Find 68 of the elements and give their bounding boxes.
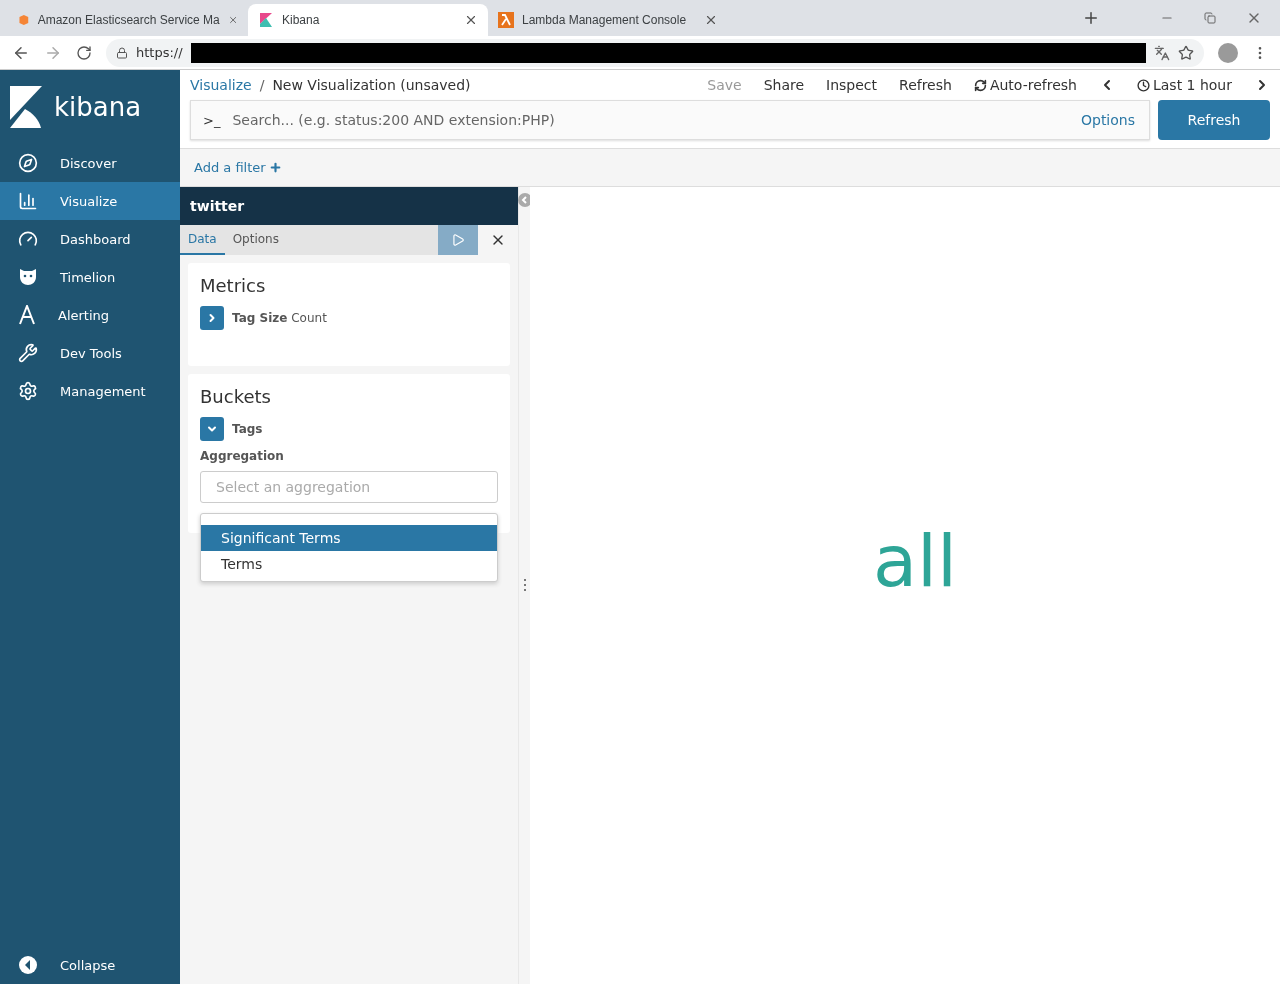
breadcrumb[interactable]: Visualize — [190, 77, 252, 93]
settings-icon — [18, 381, 38, 401]
metric-value: all — [872, 518, 958, 603]
breadcrumb: New Visualization (unsaved) — [272, 77, 471, 93]
wrench-icon — [18, 343, 38, 363]
editor-tab[interactable]: Data — [180, 225, 225, 255]
nav-item[interactable]: Alerting — [0, 296, 180, 334]
resize-handle-icon[interactable] — [523, 579, 526, 591]
close-icon — [464, 13, 478, 27]
section-title: Buckets — [200, 386, 272, 407]
alerting-icon — [18, 305, 36, 325]
close-button[interactable] — [478, 225, 518, 255]
editor-tab[interactable]: Options — [224, 225, 287, 255]
nav-item[interactable]: Dashboard — [0, 220, 180, 258]
search-placeholder: Search... (e.g. status:200 AND extension:PHP) — [232, 112, 556, 128]
clock-icon — [1136, 78, 1150, 92]
play-icon — [451, 233, 465, 247]
menu-button[interactable]: Share — [763, 77, 805, 93]
nav-item[interactable]: Discover — [0, 144, 180, 182]
breadcrumb-separator: / — [259, 77, 265, 93]
menu-button[interactable]: Refresh — [899, 77, 952, 93]
logo-icon — [10, 86, 42, 128]
bear-face-icon — [18, 268, 38, 286]
dropdown-option[interactable]: Terms — [201, 551, 497, 577]
avatar[interactable] — [1218, 42, 1238, 63]
url-text: https:// — [136, 45, 183, 60]
collapse-button[interactable]: Collapse — [0, 946, 180, 984]
nav-item[interactable]: Dev Tools — [0, 334, 180, 372]
restore-icon — [1204, 12, 1216, 24]
star-icon — [1178, 44, 1194, 61]
browser-tab[interactable]: Kibana — [248, 4, 488, 36]
logo-text: kibana — [54, 92, 142, 122]
nav-item[interactable]: Visualize — [0, 182, 180, 220]
auto-refresh-button[interactable]: Auto-refresh — [973, 77, 1077, 93]
bar-chart-icon — [18, 191, 38, 211]
add-filter-link[interactable]: Add a filter — [194, 160, 282, 175]
time-range-button[interactable]: Last 1 hour — [1136, 77, 1232, 93]
options-link[interactable]: Options — [1080, 112, 1135, 128]
dropdown-option[interactable]: Significant Terms — [201, 525, 497, 551]
refresh-icon — [973, 78, 987, 92]
cube-icon — [18, 12, 30, 28]
lambda-icon — [498, 12, 514, 28]
nav-item[interactable]: Management — [0, 372, 180, 410]
menu-button[interactable]: Inspect — [826, 77, 878, 93]
section-title: Metrics — [200, 275, 267, 296]
compass-icon — [18, 153, 38, 173]
address-bar[interactable]: https:// — [106, 38, 1204, 67]
new-tab-icon — [1082, 9, 1100, 27]
lock-icon — [116, 46, 128, 59]
browser-tab[interactable]: Lambda Management Console — [488, 4, 728, 36]
reload-icon — [76, 44, 92, 61]
refresh-button[interactable]: Refresh — [1158, 100, 1270, 140]
translate-icon — [1154, 44, 1170, 61]
search-field[interactable]: >_ Search... (e.g. status:200 AND extension:PHP) Options — [190, 100, 1150, 140]
prompt-text: >_ — [203, 112, 221, 128]
close-icon — [704, 13, 718, 27]
logo-icon — [258, 12, 274, 28]
field-label: Aggregation — [200, 449, 285, 463]
expand-toggle[interactable] — [200, 417, 224, 441]
aggregation-title: Tags — [232, 422, 263, 436]
expand-toggle[interactable] — [200, 306, 224, 330]
plus-icon — [268, 161, 282, 174]
browser-tab[interactable]: Amazon Elasticsearch Service Ma — [8, 4, 248, 36]
index-title: twitter — [180, 187, 518, 225]
aggregation-title: Tag Size Count — [232, 311, 327, 325]
collapse-icon — [18, 955, 38, 975]
nav-item[interactable]: Timelion — [0, 258, 180, 296]
gauge-icon — [18, 229, 38, 249]
